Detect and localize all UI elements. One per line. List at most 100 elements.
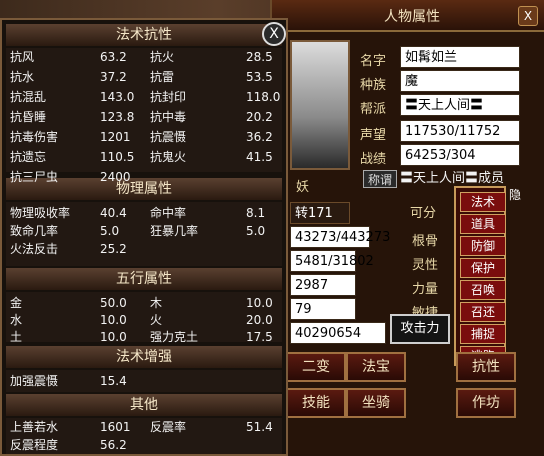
stat-value: 1601 <box>100 420 131 434</box>
label-spirit: 灵性 <box>412 258 439 273</box>
stat-label: 强力克土 <box>150 330 199 344</box>
menu-item-capture[interactable]: 捕捉 <box>460 324 506 344</box>
stat-label: 火法反击 <box>10 242 59 256</box>
stat-value: 40.4 <box>100 206 127 220</box>
stat-label: 上善若水 <box>10 420 59 434</box>
stat-label: 反震程度 <box>10 438 59 452</box>
stat-value: 10.0 <box>100 330 127 344</box>
header-magic-boost: 法术增强 <box>6 346 282 368</box>
stat-value: 15.4 <box>100 374 127 388</box>
value-name: 如髯如兰 <box>400 46 520 68</box>
label-reputation: 声望 <box>360 128 387 143</box>
stat-label: 抗鬼火 <box>150 150 187 164</box>
stat-value: 5.0 <box>100 224 120 238</box>
value-guild: 〓天上人间〓 <box>400 94 520 116</box>
button-treasure[interactable]: 法宝 <box>346 352 406 382</box>
stat-value: 28.5 <box>246 50 273 64</box>
stat-value: 20.0 <box>246 313 273 327</box>
value-record: 64253/304 <box>400 144 520 166</box>
button-workshop[interactable]: 作坊 <box>456 388 516 418</box>
stat-label: 加强震慑 <box>10 374 59 388</box>
attr-value-3: 40290654 <box>290 322 386 344</box>
snippet-race-tail: 妖 <box>296 180 310 195</box>
menu-item-defend[interactable]: 防御 <box>460 236 506 256</box>
stat-label: 土 <box>10 330 23 344</box>
stat-value: 56.2 <box>100 438 127 452</box>
stat-value: 2400 <box>100 170 131 184</box>
value-race: 魔 <box>400 70 520 92</box>
menu-item-item[interactable]: 道具 <box>460 214 506 234</box>
stat-label: 抗混乱 <box>10 90 47 104</box>
level-value: 转171级 <box>290 202 350 243</box>
button-transform[interactable]: 二变 <box>286 352 346 382</box>
stat-label: 抗遗忘 <box>10 150 47 164</box>
resist-panel-close-button[interactable]: X <box>262 22 286 46</box>
stat-label: 金 <box>10 296 23 310</box>
menu-item-summon[interactable]: 召唤 <box>460 280 506 300</box>
stat-value: 25.2 <box>100 242 127 256</box>
label-strength: 力量 <box>412 282 439 297</box>
stat-label: 抗毒伤害 <box>10 130 59 144</box>
title-tag-button[interactable]: 称谓 <box>363 170 397 188</box>
stat-value: 10.0 <box>246 296 273 310</box>
label-race: 种族 <box>360 78 387 93</box>
stat-value: 37.2 <box>100 70 127 84</box>
stat-value: 118.0 <box>246 90 281 104</box>
stat-label: 物理吸收率 <box>10 206 71 220</box>
combat-command-menu: 法术 道具 防御 保护 召唤 召还 捕捉 逃跑 <box>454 186 506 366</box>
value-reputation: 117530/11752 <box>400 120 520 142</box>
stat-label: 命中率 <box>150 206 187 220</box>
stat-label: 抗火 <box>150 50 175 64</box>
stat-value: 20.2 <box>246 110 273 124</box>
mp-value: 5481/31802 <box>290 250 374 272</box>
menu-item-recall[interactable]: 召还 <box>460 302 506 322</box>
stat-label: 抗风 <box>10 50 35 64</box>
stat-value: 10.0 <box>100 313 127 327</box>
window-close-button[interactable]: X <box>518 6 538 26</box>
label-record: 战绩 <box>360 152 387 167</box>
stat-label: 反震率 <box>150 420 187 434</box>
stat-label: 抗水 <box>10 70 35 84</box>
stat-value: 41.5 <box>246 150 273 164</box>
stat-label: 抗三尸虫 <box>10 170 59 184</box>
stat-label: 抗封印 <box>150 90 187 104</box>
label-guild: 帮派 <box>360 102 387 117</box>
label-name: 名字 <box>360 54 387 69</box>
stat-label: 火 <box>150 313 163 327</box>
attr-value-2: 79 <box>290 298 356 320</box>
stat-value: 110.5 <box>100 150 135 164</box>
stat-value: 5.0 <box>246 224 266 238</box>
section-magic-resistance <box>6 48 282 172</box>
stat-value: 53.5 <box>246 70 273 84</box>
stat-value: 36.2 <box>246 130 273 144</box>
label-available-points: 可分 <box>410 206 437 221</box>
stat-label: 抗雷 <box>150 70 175 84</box>
button-skills[interactable]: 技能 <box>286 388 346 418</box>
button-resistance[interactable]: 抗性 <box>456 352 516 382</box>
attack-tooltip: 攻击力 <box>390 314 450 344</box>
section-five-elements <box>6 292 282 342</box>
stat-value: 51.4 <box>246 420 273 434</box>
header-magic-resistance: 法术抗性 <box>6 24 282 46</box>
stat-value: 63.2 <box>100 50 127 64</box>
button-mount[interactable]: 坐骑 <box>346 388 406 418</box>
stat-value: 123.8 <box>100 110 135 124</box>
label-constitution: 根骨 <box>412 234 439 249</box>
stat-value: 143.0 <box>100 90 135 104</box>
hp-value: 43273/443273 <box>290 226 390 248</box>
header-five-elements: 五行属性 <box>6 268 282 290</box>
character-portrait <box>290 40 350 170</box>
hide-toggle[interactable]: 隐 <box>506 186 524 204</box>
header-other: 其他 <box>6 394 282 416</box>
stat-label: 抗昏睡 <box>10 110 47 124</box>
stat-label: 木 <box>150 296 163 310</box>
menu-item-spell[interactable]: 法术 <box>460 192 506 212</box>
stat-label: 致命几率 <box>10 224 59 238</box>
stat-value: 17.5 <box>246 330 273 344</box>
attr-value-1: 2987 <box>290 274 356 296</box>
stat-value: 1201 <box>100 130 131 144</box>
stat-label: 水 <box>10 313 23 327</box>
stat-label: 抗中毒 <box>150 110 187 124</box>
menu-item-protect[interactable]: 保护 <box>460 258 506 278</box>
stat-label: 抗震慑 <box>150 130 187 144</box>
